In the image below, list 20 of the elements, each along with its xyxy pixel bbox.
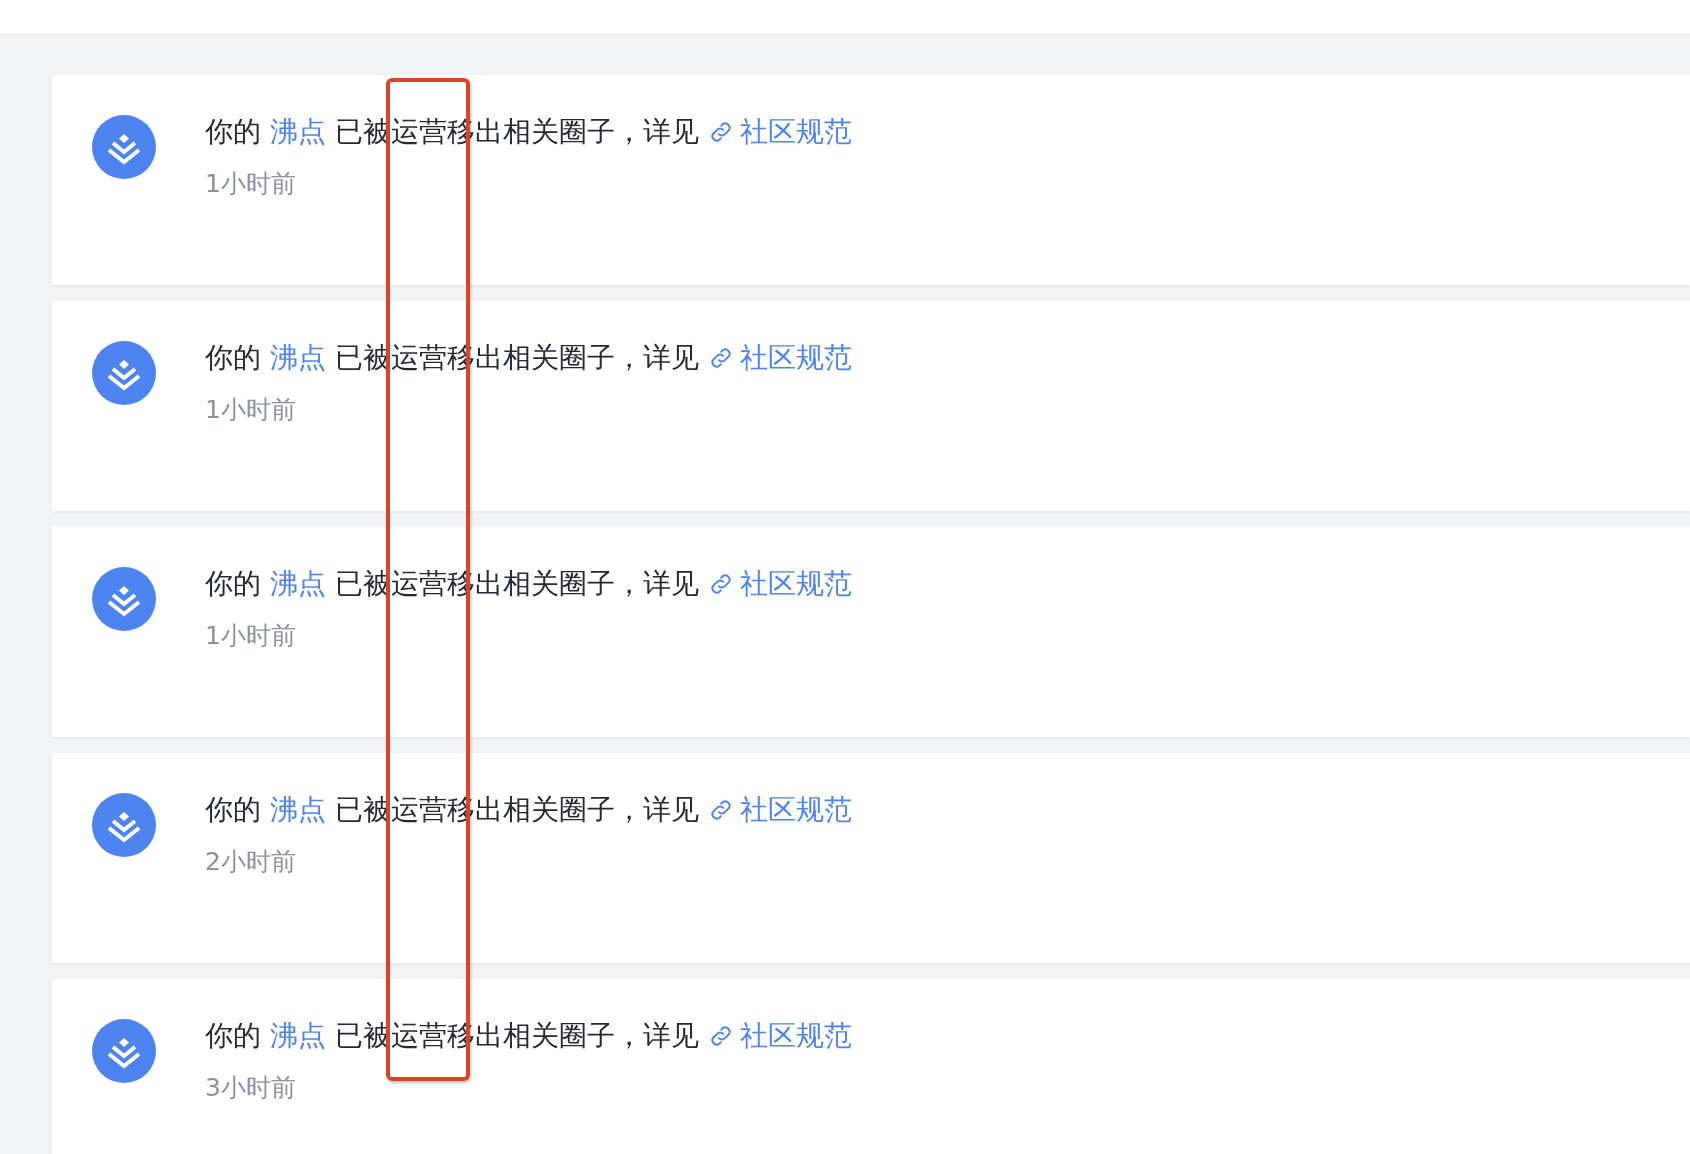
rules-link[interactable]: 社区规范 <box>707 338 852 378</box>
timestamp: 1小时前 <box>205 168 296 200</box>
timestamp: 3小时前 <box>205 1072 296 1104</box>
layers-logo-icon <box>92 567 156 631</box>
layers-logo-icon <box>92 115 156 179</box>
post-link[interactable]: 沸点 <box>269 567 326 600</box>
post-link[interactable]: 沸点 <box>269 341 326 374</box>
layers-logo-icon <box>92 793 156 857</box>
rules-link[interactable]: 社区规范 <box>707 564 852 604</box>
post-link[interactable]: 沸点 <box>269 115 326 148</box>
timestamp: 2小时前 <box>205 846 296 878</box>
layers-logo-icon <box>92 341 156 405</box>
layers-logo-icon <box>92 1019 156 1083</box>
rules-link[interactable]: 社区规范 <box>707 1016 852 1056</box>
rules-link[interactable]: 社区规范 <box>707 112 852 152</box>
post-link[interactable]: 沸点 <box>269 1019 326 1052</box>
rules-link[interactable]: 社区规范 <box>707 790 852 830</box>
timestamp: 1小时前 <box>205 394 296 426</box>
timestamp: 1小时前 <box>205 620 296 652</box>
post-link[interactable]: 沸点 <box>269 793 326 826</box>
